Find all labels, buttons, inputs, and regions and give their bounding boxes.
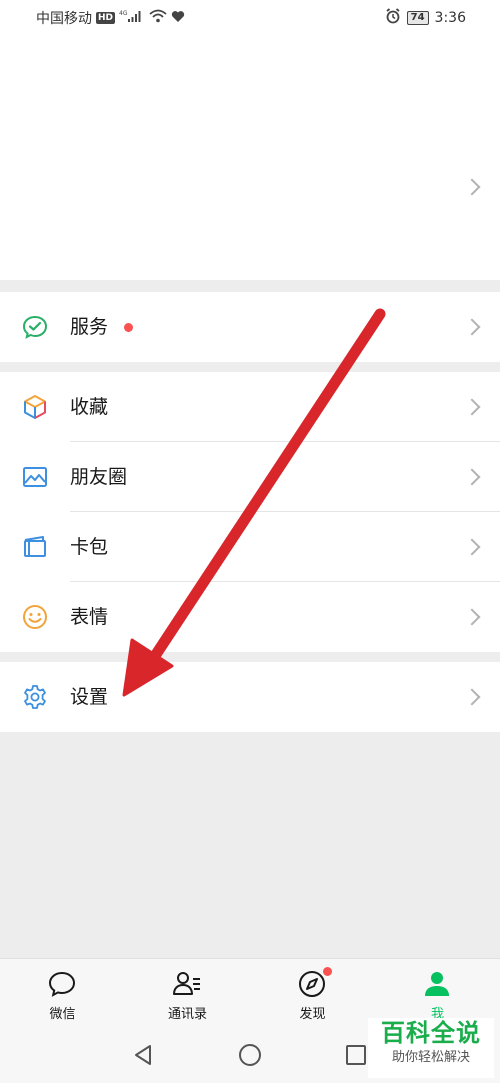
tab-discover[interactable]: 发现 bbox=[250, 959, 375, 1029]
chevron-right-icon bbox=[463, 688, 481, 706]
watermark-logo: 百科全说 助你轻松解决 bbox=[368, 1018, 494, 1078]
menu-item-moments[interactable]: 朋友圈 bbox=[0, 442, 500, 512]
wechat-me-screen: 中国移动 HD 4G 74 3:36 服务 收藏 朋友圈 卡包 表情 设置 微信… bbox=[0, 0, 500, 1083]
wechat-pay-icon bbox=[22, 314, 48, 340]
chat-bubble-icon bbox=[47, 969, 77, 999]
chevron-right-icon bbox=[463, 398, 481, 416]
notification-dot bbox=[124, 323, 133, 332]
wifi-icon bbox=[149, 9, 167, 27]
chevron-right-icon bbox=[463, 538, 481, 556]
gear-icon bbox=[22, 684, 48, 710]
menu-item-services[interactable]: 服务 bbox=[0, 292, 500, 362]
person-icon bbox=[422, 969, 452, 999]
menu-item-settings[interactable]: 设置 bbox=[0, 662, 500, 732]
carrier-name: 中国移动 bbox=[36, 11, 92, 27]
menu-group-services: 服务 bbox=[0, 292, 500, 362]
notification-dot bbox=[323, 967, 332, 976]
signal-icon: 4G bbox=[119, 9, 145, 27]
watermark-subtitle: 助你轻松解决 bbox=[391, 1050, 470, 1065]
chevron-right-icon bbox=[463, 468, 481, 486]
recents-square-icon[interactable] bbox=[343, 1042, 369, 1068]
alarm-icon bbox=[385, 8, 401, 28]
menu-label-moments: 朋友圈 bbox=[70, 466, 128, 488]
cube-icon bbox=[22, 394, 48, 420]
status-bar: 中国移动 HD 4G 74 3:36 bbox=[0, 0, 500, 36]
tab-label-discover: 发现 bbox=[299, 1007, 326, 1022]
status-left: 中国移动 HD 4G bbox=[36, 8, 185, 28]
menu-group-main: 收藏 朋友圈 卡包 表情 bbox=[0, 372, 500, 652]
tab-label-chats: 微信 bbox=[49, 1007, 76, 1022]
tab-contacts[interactable]: 通讯录 bbox=[125, 959, 250, 1029]
home-circle-icon[interactable] bbox=[237, 1042, 263, 1068]
status-right: 74 3:36 bbox=[385, 8, 466, 28]
chevron-right-icon bbox=[463, 318, 481, 336]
profile-header[interactable] bbox=[0, 36, 500, 280]
network-type: 4G bbox=[119, 10, 128, 17]
battery-indicator: 74 bbox=[406, 11, 429, 25]
menu-label-favorites: 收藏 bbox=[70, 396, 109, 418]
back-triangle-icon[interactable] bbox=[130, 1042, 156, 1068]
menu-label-services: 服务 bbox=[70, 316, 109, 338]
smile-icon bbox=[22, 604, 48, 630]
heart-icon bbox=[171, 10, 185, 27]
menu-item-favorites[interactable]: 收藏 bbox=[0, 372, 500, 442]
menu-label-settings: 设置 bbox=[70, 686, 109, 708]
tab-chats[interactable]: 微信 bbox=[0, 959, 125, 1029]
wallet-icon bbox=[22, 534, 48, 560]
menu-item-cards[interactable]: 卡包 bbox=[0, 512, 500, 582]
chevron-right-icon bbox=[463, 178, 481, 196]
menu-item-stickers[interactable]: 表情 bbox=[0, 582, 500, 652]
menu-label-cards: 卡包 bbox=[70, 536, 109, 558]
image-icon bbox=[22, 464, 48, 490]
contacts-icon bbox=[172, 969, 202, 999]
menu-label-stickers: 表情 bbox=[70, 606, 109, 628]
menu-group-settings: 设置 bbox=[0, 662, 500, 732]
hd-badge: HD bbox=[96, 12, 116, 24]
tab-label-contacts: 通讯录 bbox=[167, 1007, 207, 1022]
clock-time: 3:36 bbox=[434, 10, 466, 26]
chevron-right-icon bbox=[463, 608, 481, 626]
watermark-title: 百科全说 bbox=[381, 1019, 481, 1047]
